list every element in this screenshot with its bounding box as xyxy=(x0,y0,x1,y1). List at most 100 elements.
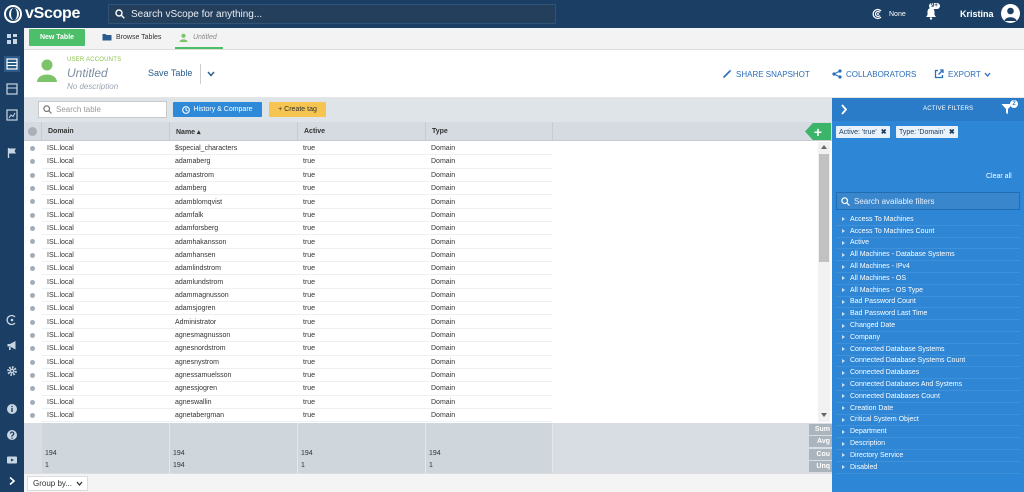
filter-option[interactable]: Bad Password Last Time xyxy=(836,308,1020,321)
table-row[interactable]: ISL.local adamhansen true Domain xyxy=(24,249,817,263)
table-row[interactable]: ISL.local adamlundstrom true Domain xyxy=(24,276,817,289)
search-table-input[interactable] xyxy=(56,105,166,114)
table-row[interactable]: ISL.local agnesnystrom true Domain xyxy=(24,356,817,369)
export-button[interactable]: EXPORT xyxy=(934,69,991,79)
row-select-dot[interactable] xyxy=(30,332,35,338)
row-select-dot[interactable] xyxy=(30,239,35,245)
filter-option[interactable]: Disabled xyxy=(836,461,1020,474)
filter-option[interactable]: Department xyxy=(836,426,1020,439)
table-row[interactable]: ISL.local adammagnusson true Domain xyxy=(24,289,817,303)
share-snapshot-button[interactable]: SHARE SNAPSHOT xyxy=(722,69,810,79)
filter-search[interactable] xyxy=(836,192,1020,210)
agg-label-avg[interactable]: Avg xyxy=(809,436,832,447)
row-select-dot[interactable] xyxy=(30,212,35,218)
row-select-dot[interactable] xyxy=(30,372,35,378)
filter-option[interactable]: Connected Databases xyxy=(836,367,1020,380)
table-row[interactable]: ISL.local agnetabergman true Domain xyxy=(24,409,817,423)
scrollbar-thumb[interactable] xyxy=(819,154,829,262)
filter-option[interactable]: Access To Machines xyxy=(836,214,1020,226)
row-select-dot[interactable] xyxy=(30,399,35,405)
settings-icon[interactable] xyxy=(4,363,20,379)
filter-chip-type[interactable]: Type: 'Domain' ✖ xyxy=(896,126,958,138)
filter-option[interactable]: All Machines - OS Type xyxy=(836,284,1020,297)
collaborators-button[interactable]: COLLABORATORS xyxy=(832,69,916,79)
notifications-button[interactable]: 9+ xyxy=(925,3,940,22)
table-row[interactable]: ISL.local adamberg true Domain xyxy=(24,182,817,196)
table-description[interactable]: No description xyxy=(67,82,118,91)
layout-icon[interactable] xyxy=(4,81,20,97)
table-row[interactable]: ISL.local adamsjogren true Domain xyxy=(24,302,817,316)
column-header-name[interactable]: Name ▴ xyxy=(170,122,298,141)
clear-all-filters[interactable]: Clear all xyxy=(986,173,1012,180)
table-row[interactable]: ISL.local agnessjogren true Domain xyxy=(24,382,817,396)
row-select-dot[interactable] xyxy=(30,292,35,298)
filter-option[interactable]: Connected Databases Count xyxy=(836,391,1020,403)
tab-browse-tables[interactable]: Browse Tables xyxy=(102,33,161,41)
save-options-button[interactable] xyxy=(207,70,215,79)
table-row[interactable]: ISL.local adamblomqvist true Domain xyxy=(24,195,817,209)
table-row[interactable]: ISL.local adamaberg true Domain xyxy=(24,155,817,169)
filter-option[interactable]: Connected Database Systems xyxy=(836,343,1020,356)
megaphone-icon[interactable] xyxy=(4,337,20,353)
remove-filter-icon[interactable]: ✖ xyxy=(881,128,887,136)
row-select-dot[interactable] xyxy=(30,413,35,418)
filter-option[interactable]: Critical System Object xyxy=(836,414,1020,427)
global-search[interactable] xyxy=(108,4,556,24)
discovery-icon[interactable] xyxy=(4,312,20,328)
connection-status[interactable]: None xyxy=(872,8,906,20)
row-select-dot[interactable] xyxy=(30,279,35,285)
table-row[interactable]: ISL.local Administrator true Domain xyxy=(24,316,817,329)
filter-option[interactable]: Description xyxy=(836,438,1020,450)
flag-icon[interactable] xyxy=(4,145,20,161)
filter-option[interactable]: Company xyxy=(836,332,1020,344)
filter-option[interactable]: Connected Databases And Systems xyxy=(836,379,1020,391)
page-title[interactable]: Untitled xyxy=(67,66,108,80)
select-all[interactable] xyxy=(24,122,42,141)
tab-untitled[interactable]: Untitled xyxy=(179,33,217,42)
avatar[interactable] xyxy=(1001,4,1020,23)
table-row[interactable]: ISL.local agneswallin true Domain xyxy=(24,396,817,409)
expand-rail-icon[interactable] xyxy=(4,473,20,489)
agg-label-sum[interactable]: Sum xyxy=(809,424,832,435)
dashboard-icon[interactable] xyxy=(4,31,20,47)
filter-option[interactable]: Access To Machines Count xyxy=(836,225,1020,238)
table-row[interactable]: ISL.local adamhakansson true Domain xyxy=(24,235,817,249)
table-row[interactable]: ISL.local adamforsberg true Domain xyxy=(24,222,817,236)
row-select-dot[interactable] xyxy=(30,186,35,192)
add-column-button[interactable]: + xyxy=(805,123,831,140)
history-compare-button[interactable]: History & Compare xyxy=(173,102,262,117)
row-select-dot[interactable] xyxy=(30,172,35,178)
row-select-dot[interactable] xyxy=(30,306,35,312)
report-icon[interactable] xyxy=(4,107,20,123)
create-tag-button[interactable]: + Create tag xyxy=(269,102,326,117)
row-select-dot[interactable] xyxy=(30,359,35,365)
table-row[interactable]: ISL.local adamfalk true Domain xyxy=(24,209,817,223)
user-name[interactable]: Kristina xyxy=(960,9,994,19)
group-by-select[interactable]: Group by... xyxy=(27,476,88,491)
row-select-dot[interactable] xyxy=(30,386,35,392)
table-row[interactable]: ISL.local adamastrom true Domain xyxy=(24,169,817,182)
global-search-input[interactable] xyxy=(131,8,531,20)
scroll-down-arrow[interactable] xyxy=(821,413,827,417)
filter-option[interactable]: All Machines - Database Systems xyxy=(836,249,1020,262)
row-select-dot[interactable] xyxy=(30,319,35,325)
remove-filter-icon[interactable]: ✖ xyxy=(949,128,955,136)
table-row[interactable]: ISL.local agnesmagnusson true Domain xyxy=(24,329,817,343)
help-icon[interactable] xyxy=(4,427,20,443)
filter-chip-active[interactable]: Active: 'true' ✖ xyxy=(836,126,890,138)
filter-option[interactable]: All Machines - IPv4 xyxy=(836,261,1020,273)
filter-option[interactable]: Bad Password Count xyxy=(836,296,1020,309)
row-select-dot[interactable] xyxy=(30,226,35,232)
brand-logo[interactable]: vScope xyxy=(4,4,80,24)
filter-option[interactable]: Creation Date xyxy=(836,402,1020,415)
filter-option[interactable]: Active xyxy=(836,237,1020,250)
table-row[interactable]: ISL.local $special_characters true Domain xyxy=(24,142,817,156)
save-table-button[interactable]: Save Table xyxy=(148,68,192,78)
row-select-dot[interactable] xyxy=(30,266,35,272)
table-row[interactable]: ISL.local agnessamuelsson true Domain xyxy=(24,369,817,383)
vertical-scrollbar[interactable] xyxy=(818,142,830,422)
row-select-dot[interactable] xyxy=(30,159,35,165)
row-select-dot[interactable] xyxy=(30,252,35,258)
column-header-active[interactable]: Active xyxy=(298,122,426,141)
filter-funnel[interactable]: 2 xyxy=(1001,100,1018,117)
